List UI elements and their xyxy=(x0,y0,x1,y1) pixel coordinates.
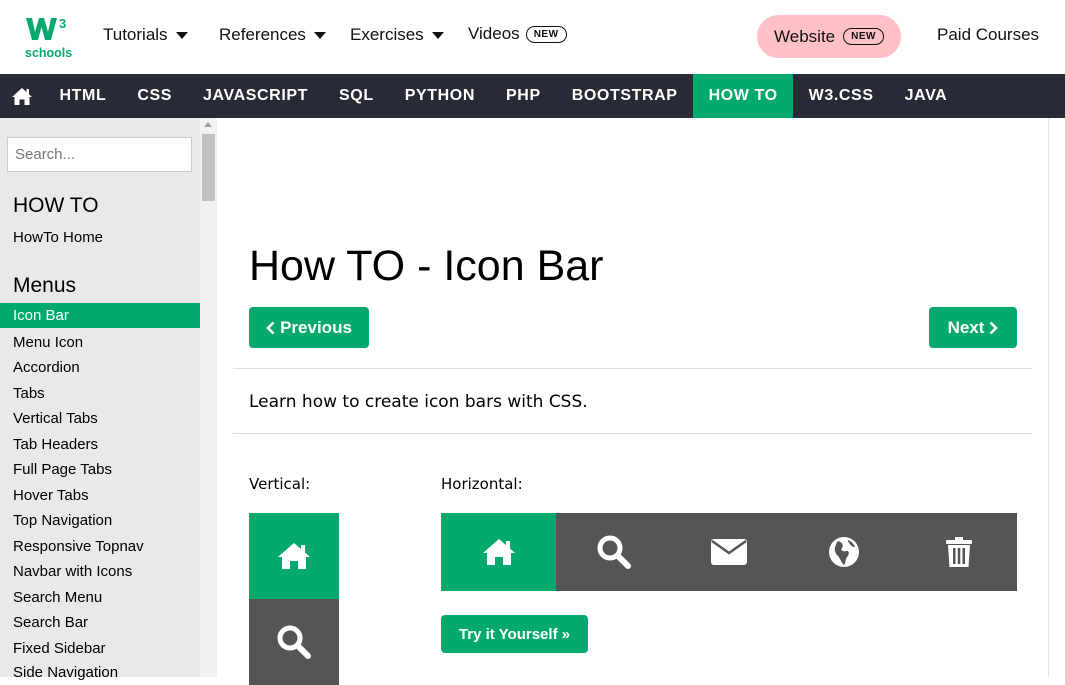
sidebar-heading-menus: Menus xyxy=(13,274,77,297)
nav-exercises-label: Exercises xyxy=(350,25,424,44)
nav-exercises[interactable]: Exercises xyxy=(350,25,444,45)
topic-nav-item[interactable]: HTML xyxy=(44,74,122,118)
chevron-down-icon xyxy=(175,31,188,39)
try-it-yourself-button[interactable]: Try it Yourself » xyxy=(441,615,588,653)
sidebar-heading-howto: HOW TO xyxy=(13,194,99,217)
sidebar-item-label: Icon Bar xyxy=(13,307,69,324)
search-icon xyxy=(597,535,631,569)
chevron-down-icon xyxy=(313,31,326,39)
logo-text: schools xyxy=(25,46,72,60)
chevron-left-icon xyxy=(266,321,275,334)
topic-nav: HTML CSS JAVASCRIPT SQL PYTHON PHP BOOTS… xyxy=(0,74,1065,118)
nav-tutorials[interactable]: Tutorials xyxy=(103,25,188,45)
home-button[interactable] xyxy=(0,74,44,118)
sidebar-item-howto-home[interactable]: HowTo Home xyxy=(13,229,103,246)
sidebar-item-search-menu[interactable]: Search Menu xyxy=(13,589,102,606)
sidebar-item-hover-tabs[interactable]: Hover Tabs xyxy=(13,487,89,504)
next-button[interactable]: Next xyxy=(929,307,1017,348)
sidebar-item-full-page-tabs[interactable]: Full Page Tabs xyxy=(13,461,112,478)
sidebar-item-fixed-sidebar[interactable]: Fixed Sidebar xyxy=(13,640,106,657)
search-icon xyxy=(277,625,311,659)
globe-icon xyxy=(829,537,860,567)
scroll-up-icon[interactable] xyxy=(204,122,212,127)
website-label: Website xyxy=(774,26,836,46)
search-input[interactable] xyxy=(7,137,192,172)
topic-nav-item[interactable]: BOOTSTRAP xyxy=(556,74,693,118)
nav-videos-label: Videos xyxy=(468,24,520,43)
horizontal-bar-globe[interactable] xyxy=(787,513,902,591)
home-icon xyxy=(12,87,32,105)
sidebar-item-accordion[interactable]: Accordion xyxy=(13,359,80,376)
envelope-icon xyxy=(710,539,747,565)
trash-icon xyxy=(946,537,973,567)
previous-label: Previous xyxy=(280,317,352,337)
next-label: Next xyxy=(947,317,985,337)
w3schools-logo[interactable]: 3 schools xyxy=(24,15,72,61)
sidebar-item-vertical-tabs[interactable]: Vertical Tabs xyxy=(13,410,98,427)
nav-tutorials-label: Tutorials xyxy=(103,25,168,44)
horizontal-label: Horizontal: xyxy=(441,475,523,493)
sidebar-item-top-navigation[interactable]: Top Navigation xyxy=(13,512,112,529)
vertical-bar-search[interactable] xyxy=(249,599,339,685)
topic-nav-item-active[interactable]: HOW TO xyxy=(693,74,794,118)
horizontal-bar-mail[interactable] xyxy=(671,513,786,591)
sidebar-scrollbar-thumb[interactable] xyxy=(202,134,215,201)
sidebar-item-responsive-topnav[interactable]: Responsive Topnav xyxy=(13,538,144,555)
home-icon xyxy=(278,543,310,569)
topic-nav-item[interactable]: PHP xyxy=(491,74,557,118)
page-title: How TO - Icon Bar xyxy=(249,242,604,290)
horizontal-bar-home[interactable] xyxy=(441,513,557,591)
sidebar-item-icon-bar[interactable]: Icon Bar xyxy=(0,303,200,328)
topic-nav-item[interactable]: SQL xyxy=(324,74,390,118)
sidebar-item-search-bar[interactable]: Search Bar xyxy=(13,614,88,631)
sidebar-item-side-navigation[interactable]: Side Navigation xyxy=(13,664,118,681)
paid-courses-link[interactable]: Paid Courses xyxy=(937,25,1039,45)
main-right-border xyxy=(1048,118,1049,677)
website-button[interactable]: Website NEW xyxy=(757,15,901,58)
horizontal-bar-trash[interactable] xyxy=(902,513,1017,591)
sidebar-item-tabs[interactable]: Tabs xyxy=(13,385,45,402)
horizontal-icon-bar xyxy=(441,513,1017,591)
new-badge: NEW xyxy=(843,28,884,45)
chevron-down-icon xyxy=(431,31,444,39)
divider xyxy=(233,368,1032,369)
home-icon xyxy=(482,539,515,565)
sidebar-item-tab-headers[interactable]: Tab Headers xyxy=(13,436,98,453)
top-header: 3 schools Tutorials References Exercises… xyxy=(0,0,1065,74)
horizontal-bar-search[interactable] xyxy=(556,513,671,591)
topic-nav-item[interactable]: PYTHON xyxy=(389,74,490,118)
topic-nav-item[interactable]: CSS xyxy=(122,74,188,118)
divider xyxy=(233,433,1032,434)
new-badge: NEW xyxy=(525,25,567,43)
sidebar-item-navbar-with-icons[interactable]: Navbar with Icons xyxy=(13,563,132,580)
topic-nav-item[interactable]: JAVASCRIPT xyxy=(188,74,324,118)
sidebar-scrollbar[interactable] xyxy=(200,118,217,677)
topic-nav-item[interactable]: W3.CSS xyxy=(793,74,889,118)
nav-references[interactable]: References xyxy=(219,25,326,45)
vertical-bar-home[interactable] xyxy=(249,513,339,599)
nav-references-label: References xyxy=(219,25,306,44)
previous-button[interactable]: Previous xyxy=(249,307,369,348)
intro-text: Learn how to create icon bars with CSS. xyxy=(249,392,588,412)
logo-sup: 3 xyxy=(59,16,66,31)
topic-nav-item[interactable]: JAVA xyxy=(889,74,963,118)
nav-videos[interactable]: Videos NEW xyxy=(468,24,567,44)
chevron-right-icon xyxy=(990,321,999,334)
vertical-label: Vertical: xyxy=(249,475,311,493)
sidebar-item-menu-icon[interactable]: Menu Icon xyxy=(13,334,83,351)
